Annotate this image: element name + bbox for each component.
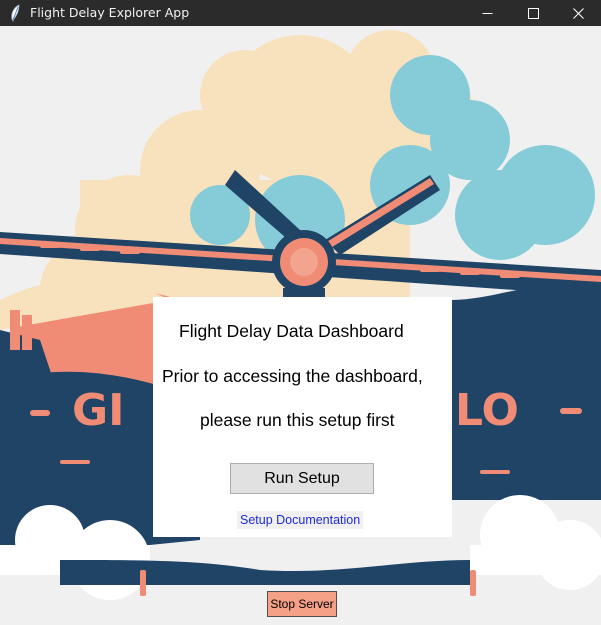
logo-text-right: LO bbox=[455, 385, 519, 436]
feather-icon bbox=[11, 4, 20, 22]
setup-documentation-link[interactable]: Setup Documentation bbox=[237, 511, 364, 529]
stop-server-button[interactable]: Stop Server bbox=[267, 591, 337, 617]
setup-dialog: Flight Delay Data Dashboard Prior to acc… bbox=[153, 297, 452, 537]
maximize-button[interactable] bbox=[510, 0, 556, 26]
window-title: Flight Delay Explorer App bbox=[30, 5, 190, 20]
minimize-icon bbox=[482, 12, 492, 14]
dialog-heading: Flight Delay Data Dashboard bbox=[179, 321, 404, 341]
minimize-button[interactable] bbox=[464, 0, 510, 26]
dialog-message-line1: Prior to accessing the dashboard, bbox=[162, 366, 423, 386]
close-button[interactable] bbox=[555, 0, 601, 26]
run-setup-button[interactable]: Run Setup bbox=[230, 463, 374, 494]
close-icon bbox=[572, 7, 584, 19]
logo-text-left: GI bbox=[72, 385, 125, 436]
dialog-message-line2: please run this setup first bbox=[200, 410, 395, 430]
maximize-icon bbox=[527, 7, 539, 19]
window-titlebar[interactable]: Flight Delay Explorer App bbox=[0, 0, 601, 26]
